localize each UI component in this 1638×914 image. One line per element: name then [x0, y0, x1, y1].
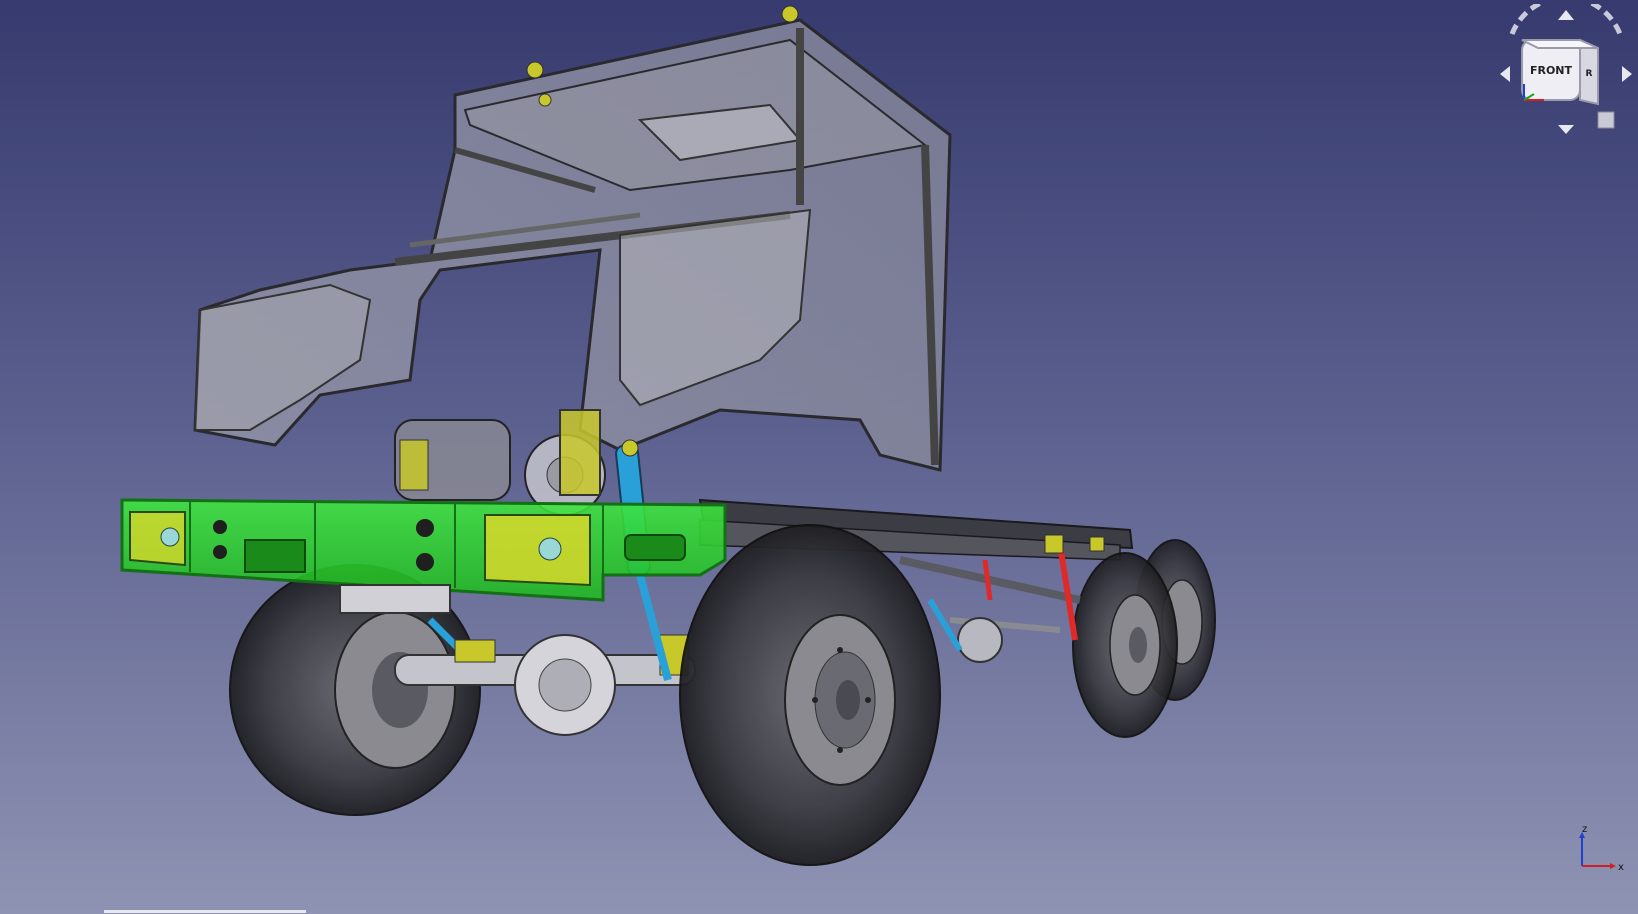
arrow-down-icon[interactable]: [1558, 125, 1574, 134]
front-face-label: FRONT: [1530, 64, 1573, 77]
shock-mount-bracket: [559, 409, 601, 496]
arrow-up-icon[interactable]: [1558, 10, 1574, 20]
front-wheel-near[interactable]: [679, 524, 941, 866]
status-bar-fragment: [104, 910, 306, 913]
cube-top-face[interactable]: [1521, 39, 1599, 49]
battery-box: [339, 584, 451, 614]
arrow-right-icon[interactable]: [1622, 66, 1632, 82]
axis-indicator: z x: [1579, 824, 1624, 873]
navigation-cube[interactable]: FRONT R: [1494, 4, 1638, 138]
x-axis-label: x: [1618, 862, 1624, 873]
right-face-label: R: [1586, 69, 1593, 79]
headlight-right: [484, 514, 591, 587]
z-axis-label: z: [1582, 824, 1587, 835]
3d-viewport[interactable]: FRONT R z x: [0, 0, 1638, 914]
view-menu-icon[interactable]: [1597, 111, 1615, 129]
arrow-left-icon[interactable]: [1500, 66, 1510, 82]
truck-model-scene[interactable]: [0, 0, 1638, 914]
front-bumper-selected[interactable]: [120, 498, 727, 614]
rear-wheel-outer[interactable]: [1072, 552, 1178, 738]
rear-differential: [957, 617, 1003, 663]
motor[interactable]: [394, 409, 606, 516]
cab-front-panel: [193, 283, 372, 431]
cab-frame[interactable]: [193, 5, 952, 472]
